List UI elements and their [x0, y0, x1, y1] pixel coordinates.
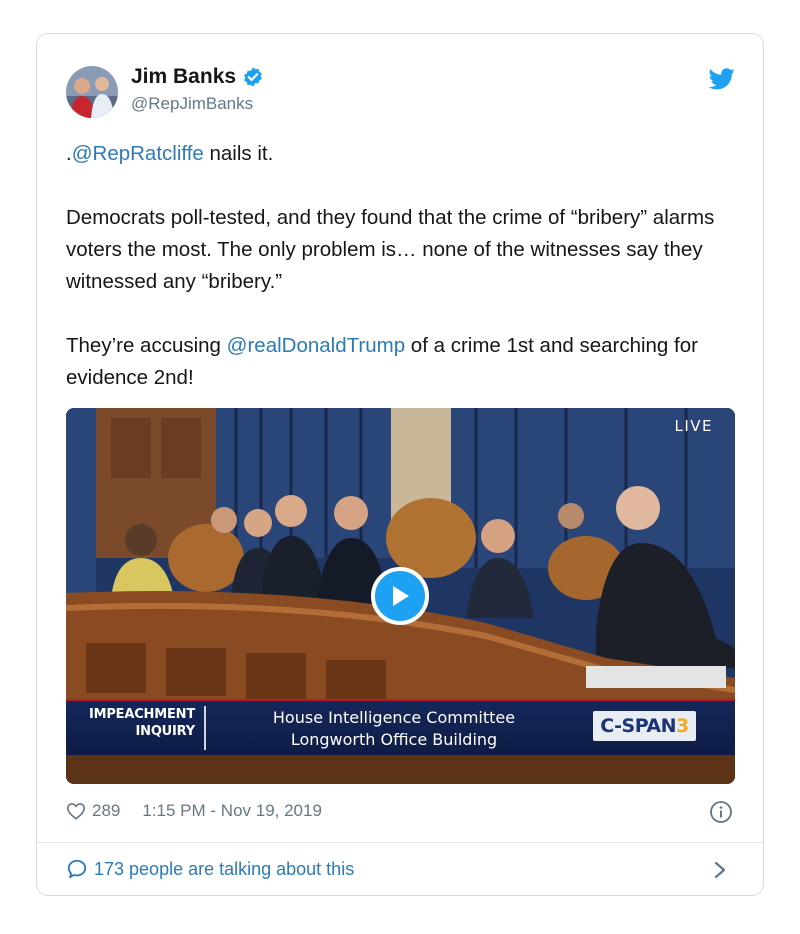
text-run: nails it. [203, 142, 274, 165]
play-button[interactable] [371, 567, 429, 625]
banner-title-line2: Longworth Office Building [290, 730, 498, 749]
tweet-timestamp[interactable]: 1:15 PM - Nov 19, 2019 [142, 801, 322, 821]
info-icon[interactable] [709, 800, 733, 824]
tweet-text: .@RepRatcliffe nails it. Democrats poll-… [66, 138, 736, 394]
verified-badge-icon [244, 67, 262, 87]
mention-realdonaldtrump[interactable]: @realDonaldTrump [227, 334, 405, 357]
video-player[interactable]: LIVE IMPEACHMENT INQUIRY House Intellige… [66, 408, 735, 784]
conversation-link[interactable]: 173 people are talking about this [66, 858, 354, 880]
network-logo: C-SPAN3 [593, 711, 696, 741]
news-banner: IMPEACHMENT INQUIRY House Intelligence C… [66, 699, 735, 755]
comment-bubble-icon [67, 859, 87, 879]
tweet-paragraph-2: Democrats poll-tested, and they found th… [66, 206, 715, 293]
twitter-bird-icon[interactable] [709, 68, 735, 90]
banner-tag-line1: IMPEACHMENT [88, 707, 195, 722]
tweet-paragraph-1: .@RepRatcliffe nails it. [66, 138, 736, 170]
live-label: LIVE [674, 417, 713, 435]
like-count[interactable]: 289 [92, 801, 120, 821]
banner-title-line1: House Intelligence Committee [272, 708, 516, 727]
play-icon [393, 586, 409, 606]
divider [37, 842, 763, 843]
tweet-paragraph-3: They’re accusing @realDonaldTrump of a c… [66, 330, 736, 394]
author-avatar[interactable] [66, 66, 118, 118]
chevron-right-icon[interactable] [713, 860, 727, 880]
author-display-name[interactable]: Jim Banks [131, 65, 236, 89]
banner-title: House Intelligence Committee Longworth O… [224, 707, 564, 751]
tweet-meta: 289 1:15 PM - Nov 19, 2019 [66, 801, 322, 821]
mention-repratcliffe[interactable]: @RepRatcliffe [72, 142, 204, 165]
heart-icon[interactable] [66, 802, 86, 820]
author-handle[interactable]: @RepJimBanks [131, 94, 253, 114]
text-run: They’re accusing [66, 334, 227, 357]
network-name: C-SPAN [600, 715, 676, 737]
tweet-card: Jim Banks @RepJimBanks .@RepRatcliffe na… [36, 33, 764, 896]
banner-tag-line2: INQUIRY [135, 724, 196, 739]
conversation-count-text[interactable]: 173 people are talking about this [94, 859, 354, 880]
network-number: 3 [676, 715, 689, 737]
banner-tag: IMPEACHMENT INQUIRY [66, 706, 206, 750]
